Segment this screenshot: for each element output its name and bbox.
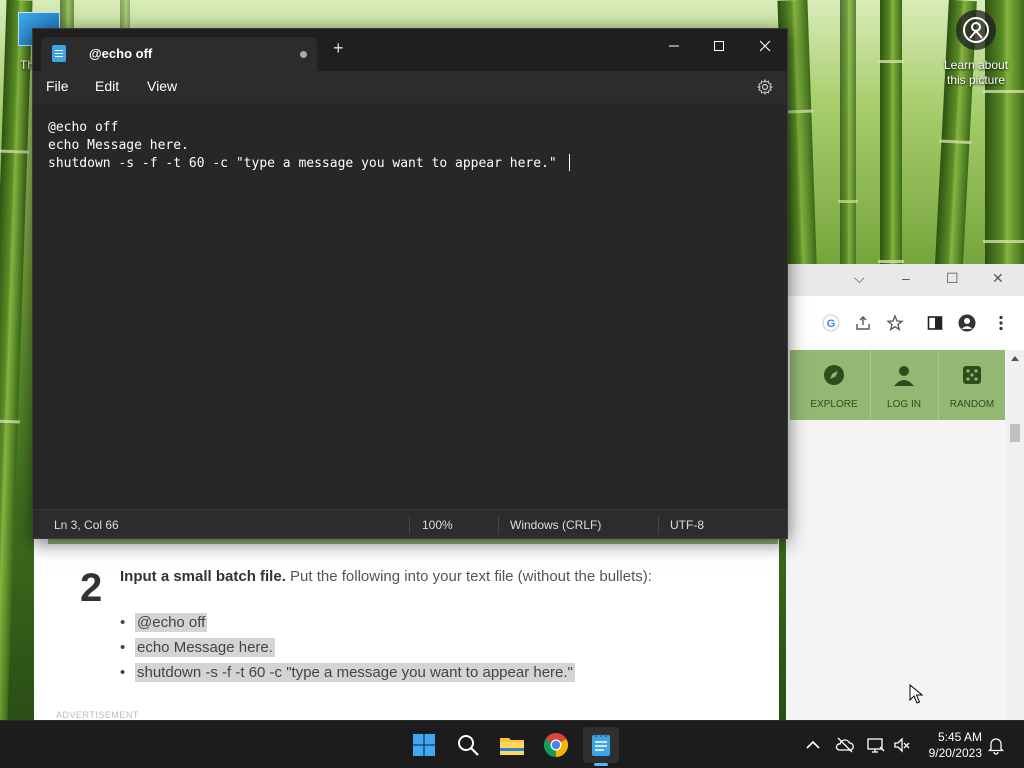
tab-list-icon[interactable]: ⌵	[854, 270, 865, 287]
minimize-icon	[669, 45, 679, 47]
close-icon	[759, 40, 771, 52]
active-app-indicator	[594, 763, 608, 766]
browser-toolbar: G	[786, 296, 1024, 350]
menu-edit[interactable]: Edit	[95, 78, 119, 94]
list-item-text: @echo off	[135, 613, 208, 632]
nav-login[interactable]: LOG IN	[870, 350, 938, 420]
step-heading: Input a small batch file. Put the follow…	[120, 568, 652, 585]
minimize-button[interactable]	[651, 33, 697, 59]
cloud-offline-icon[interactable]	[835, 735, 855, 755]
clock[interactable]: 5:45 AM 9/20/2023	[924, 729, 982, 761]
new-tab-button[interactable]: +	[333, 38, 344, 58]
clock-time: 5:45 AM	[937, 730, 982, 744]
person-icon	[894, 366, 914, 386]
mouse-pointer-icon	[909, 684, 923, 704]
share-icon[interactable]	[854, 314, 872, 332]
editor-line: shutdown -s -f -t 60 -c "type a message …	[48, 156, 557, 171]
list-item-text: echo Message here.	[135, 638, 275, 657]
chrome-icon	[543, 733, 569, 757]
article-content: 2 Input a small batch file. Put the foll…	[34, 538, 779, 720]
learn-about-picture[interactable]: Learn about this picture	[940, 10, 1012, 88]
maximize-button[interactable]	[696, 33, 742, 59]
encoding[interactable]: UTF-8	[670, 518, 704, 532]
unsaved-dot-icon[interactable]	[300, 51, 307, 58]
notepad-titlebar[interactable]: @echo off +	[33, 29, 787, 71]
menu-file[interactable]: File	[46, 78, 69, 94]
side-panel-icon[interactable]	[926, 314, 944, 332]
list-item: shutdown -s -f -t 60 -c "type a message …	[120, 661, 575, 686]
profile-icon[interactable]	[958, 314, 976, 332]
browser-titlebar: ⌵ – ☐ ✕	[786, 264, 1024, 296]
start-button[interactable]	[406, 727, 442, 763]
step-bold-text: Input a small batch file.	[120, 568, 286, 585]
svg-text:G: G	[827, 318, 836, 330]
browser-close-button[interactable]: ✕	[992, 270, 1004, 287]
notepad-window: @echo off + File Edit View @echo off ech…	[32, 28, 788, 539]
zoom-level[interactable]: 100%	[422, 518, 453, 532]
list-item: echo Message here.	[120, 636, 575, 661]
notepad-tab[interactable]: @echo off	[41, 37, 317, 71]
browser-minimize-button[interactable]: –	[902, 270, 910, 286]
file-explorer-button[interactable]	[494, 727, 530, 763]
close-button[interactable]	[742, 33, 788, 59]
chrome-button[interactable]	[538, 727, 574, 763]
search-button[interactable]	[450, 727, 486, 763]
taskbar: 5:45 AM 9/20/2023	[0, 720, 1024, 768]
compass-icon	[824, 365, 844, 385]
browser-maximize-button[interactable]: ☐	[946, 270, 959, 287]
browser-window: ⌵ – ☐ ✕ G EXPLORE LOG IN RANDOM	[786, 264, 1024, 720]
dice-icon	[963, 366, 981, 384]
text-caret	[569, 154, 570, 171]
google-icon[interactable]: G	[822, 314, 840, 332]
step-rest-text: Put the following into your text file (w…	[285, 568, 652, 585]
star-icon[interactable]	[886, 314, 904, 332]
list-item: @echo off	[120, 611, 575, 636]
search-icon	[458, 735, 479, 756]
advertisement-label: ADVERTISEMENT	[56, 710, 139, 720]
step-number: 2	[80, 566, 103, 610]
editor-line: @echo off	[48, 120, 119, 135]
notepad-tab-title: @echo off	[89, 46, 153, 61]
settings-gear-icon[interactable]	[757, 79, 773, 95]
maximize-icon	[714, 41, 724, 51]
start-icon	[413, 734, 435, 756]
nav-login-label: LOG IN	[887, 399, 921, 410]
site-nav-bar: EXPLORE LOG IN RANDOM	[790, 350, 1005, 420]
more-menu-icon[interactable]	[992, 314, 1010, 332]
scroll-up-icon[interactable]	[1010, 354, 1020, 362]
notepad-icon	[592, 734, 610, 756]
browser-scroll-thumb[interactable]	[1010, 424, 1020, 442]
notification-bell-icon[interactable]	[986, 735, 1006, 755]
clock-date: 9/20/2023	[928, 746, 982, 760]
list-item-text: shutdown -s -f -t 60 -c "type a message …	[135, 663, 575, 682]
text-editor[interactable]: @echo off echo Message here. shutdown -s…	[33, 103, 787, 509]
chevron-up-icon[interactable]	[803, 735, 823, 755]
line-ending[interactable]: Windows (CRLF)	[510, 518, 601, 532]
notepad-icon	[52, 45, 66, 62]
network-icon[interactable]	[866, 735, 886, 755]
status-bar: Ln 3, Col 66 100% Windows (CRLF) UTF-8	[33, 509, 787, 538]
file-explorer-icon	[500, 738, 524, 755]
nav-explore[interactable]: EXPLORE	[800, 350, 868, 420]
bullet-list: @echo off echo Message here. shutdown -s…	[120, 611, 575, 686]
editor-line: echo Message here.	[48, 138, 189, 153]
cursor-position[interactable]: Ln 3, Col 66	[54, 518, 119, 532]
volume-muted-icon[interactable]	[892, 735, 912, 755]
nav-explore-label: EXPLORE	[810, 399, 858, 410]
nav-random[interactable]: RANDOM	[938, 350, 1006, 420]
nav-random-label: RANDOM	[949, 399, 995, 410]
menu-view[interactable]: View	[147, 78, 177, 94]
browser-scrollbar[interactable]	[1006, 350, 1024, 720]
camera-pin-icon	[956, 10, 996, 50]
learn-about-label: Learn about this picture	[943, 58, 1009, 87]
notepad-taskbar-button[interactable]	[583, 727, 619, 763]
notepad-menubar: File Edit View	[33, 71, 787, 103]
